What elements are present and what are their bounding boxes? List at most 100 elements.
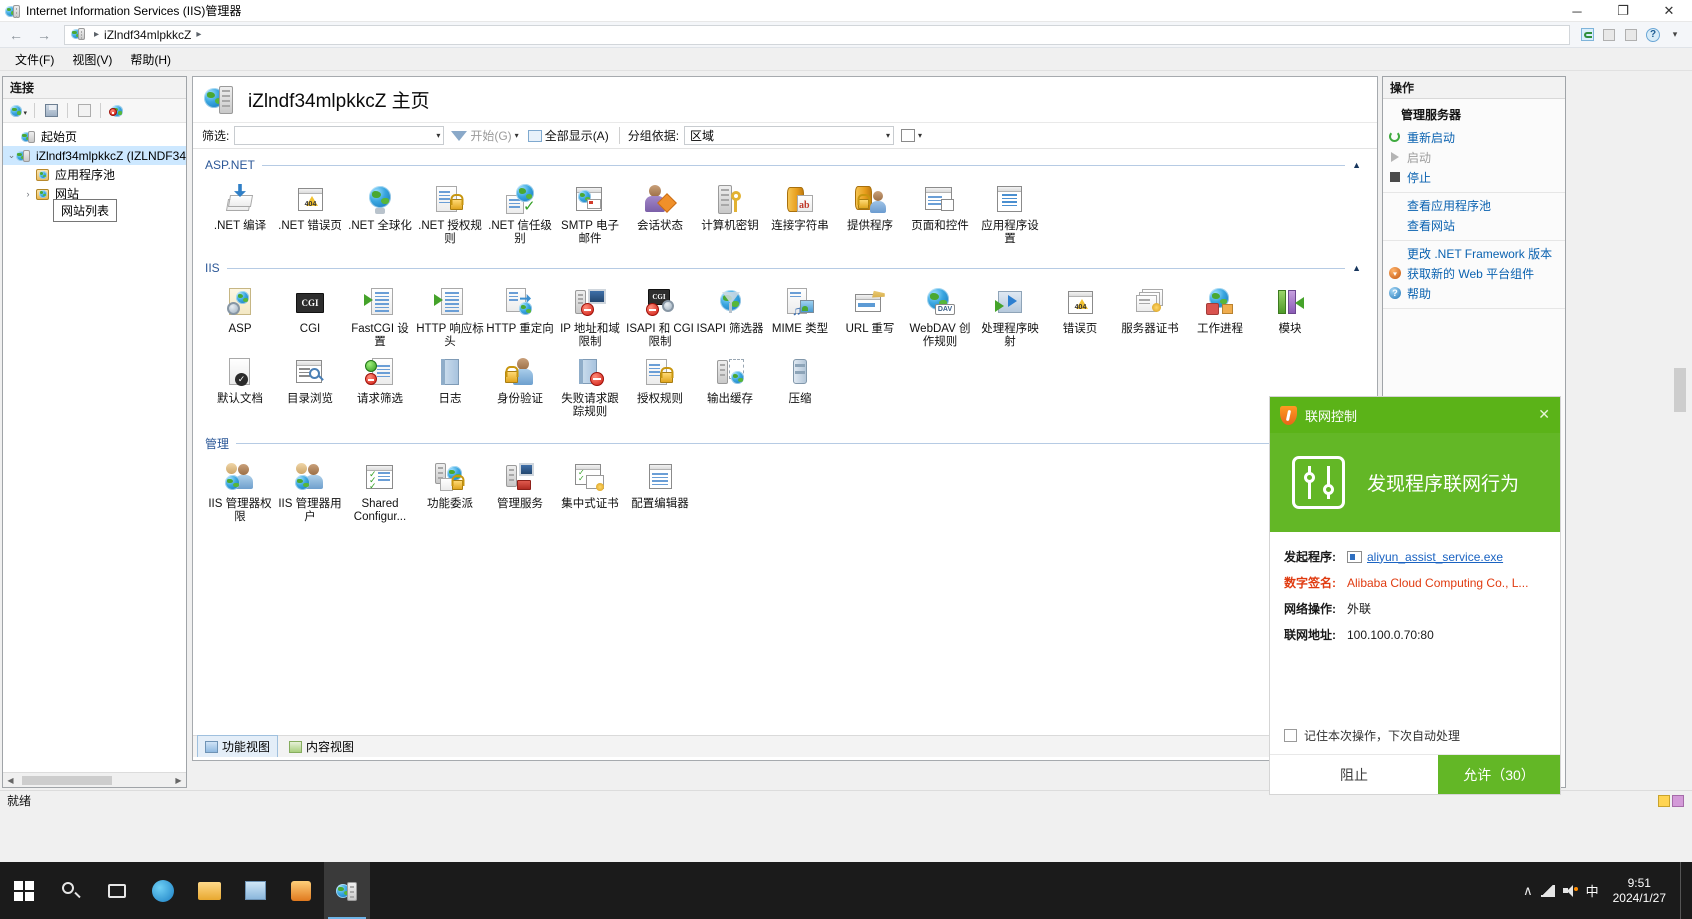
feature-error-pages[interactable]: 404 错误页: [1045, 283, 1115, 353]
feature-net-error-pages[interactable]: 404 .NET 错误页: [275, 180, 345, 250]
feature-smtp-email[interactable]: SMTP 电子邮件: [555, 180, 625, 250]
action-view-sites[interactable]: 查看网站: [1383, 215, 1565, 235]
action-change-dotnet-version[interactable]: 更改 .NET Framework 版本: [1383, 243, 1565, 263]
search-button[interactable]: [48, 862, 94, 919]
feature-compression[interactable]: 压缩: [765, 353, 835, 423]
taskbar-iis-manager[interactable]: [324, 862, 370, 919]
ime-indicator[interactable]: 中: [1586, 881, 1599, 900]
feature-modules[interactable]: 模块: [1255, 283, 1325, 353]
feature-default-document[interactable]: ✓ 默认文档: [205, 353, 275, 423]
allow-button[interactable]: 允许（30）: [1438, 755, 1560, 794]
action-stop[interactable]: 停止: [1383, 167, 1565, 187]
start-button[interactable]: [0, 862, 48, 919]
breadcrumb[interactable]: ▸ iZlndf34mlpkkcZ ▸: [64, 24, 1570, 45]
feature-cgi[interactable]: CGI CGI: [275, 283, 345, 353]
feature-net-trust-levels[interactable]: ✓ .NET 信任级别: [485, 180, 555, 250]
feature-net-authorization-rules[interactable]: .NET 授权规则: [415, 180, 485, 250]
edit-icon[interactable]: [73, 101, 95, 121]
save-icon[interactable]: [40, 101, 62, 121]
taskbar-edge[interactable]: [140, 862, 186, 919]
feature-application-settings[interactable]: 应用程序设置: [975, 180, 1045, 250]
remember-checkbox[interactable]: [1284, 729, 1297, 742]
tab-features-view[interactable]: 功能视图: [197, 735, 279, 757]
feature-centralized-certificates[interactable]: ✓ ✓ 集中式证书: [555, 458, 625, 528]
chevron-down-icon[interactable]: ▾: [515, 131, 519, 140]
feature-http-redirect[interactable]: HTTP 重定向: [485, 283, 555, 353]
row-value[interactable]: aliyun_assist_service.exe: [1367, 550, 1503, 564]
feature-net-globalization[interactable]: .NET 全球化: [345, 180, 415, 250]
stop-icon[interactable]: [1600, 26, 1618, 44]
feature-server-certificates[interactable]: 服务器证书: [1115, 283, 1185, 353]
task-view-button[interactable]: [94, 862, 140, 919]
feature-fastcgi-settings[interactable]: FastCGI 设置: [345, 283, 415, 353]
group-by-select[interactable]: 区域 ▾: [684, 126, 895, 145]
filter-go-button[interactable]: 开始(G) ▾: [449, 127, 520, 144]
feature-request-filtering[interactable]: 请求筛选: [345, 353, 415, 423]
feature-iis-manager-users[interactable]: IIS 管理器用户: [275, 458, 345, 528]
taskbar-clock[interactable]: 9:51 2024/1/27: [1607, 876, 1672, 906]
action-get-web-platform-components[interactable]: 获取新的 Web 平台组件: [1383, 263, 1565, 283]
menu-help[interactable]: 帮助(H): [121, 49, 180, 70]
close-icon[interactable]: ✕: [1538, 407, 1550, 421]
close-button[interactable]: ✕: [1646, 0, 1692, 22]
filter-input[interactable]: ▾: [234, 126, 445, 145]
action-help[interactable]: ? 帮助: [1383, 283, 1565, 303]
feature-authorization-rules[interactable]: 授权规则: [625, 353, 695, 423]
feature-logging[interactable]: 日志: [415, 353, 485, 423]
feature-webdav-authoring-rules[interactable]: DAV WebDAV 创作规则: [905, 283, 975, 353]
disconnect-icon[interactable]: [106, 101, 128, 121]
feature-feature-delegation[interactable]: 功能委派: [415, 458, 485, 528]
feature-net-compilation[interactable]: .NET 编译: [205, 180, 275, 250]
back-button[interactable]: ←: [4, 24, 28, 46]
refresh-icon[interactable]: [1578, 26, 1596, 44]
feature-url-rewrite[interactable]: URL 重写: [835, 283, 905, 353]
action-view-application-pools[interactable]: 查看应用程序池: [1383, 195, 1565, 215]
tab-content-view[interactable]: 内容视图: [281, 735, 362, 757]
breadcrumb-server[interactable]: iZlndf34mlpkkcZ: [104, 28, 191, 42]
chevron-down-icon[interactable]: ▾: [918, 131, 922, 140]
dropdown-chevron-icon[interactable]: ▾: [1666, 26, 1684, 44]
chevron-down-icon[interactable]: ▾: [886, 131, 890, 140]
feature-authentication[interactable]: 身份验证: [485, 353, 555, 423]
feature-mime-types[interactable]: ♫ MIME 类型: [765, 283, 835, 353]
feature-asp[interactable]: ASP: [205, 283, 275, 353]
show-all-button[interactable]: 全部显示(A): [526, 127, 611, 144]
network-icon[interactable]: [1540, 884, 1555, 897]
tree-twisty[interactable]: ›: [21, 189, 35, 199]
minimize-button[interactable]: ─: [1554, 0, 1600, 22]
remember-choice-row[interactable]: 记住本次操作，下次自动处理: [1284, 727, 1460, 744]
tree-node-server[interactable]: ⌄ iZlndf34mlpkkcZ (IZLNDF34: [3, 146, 186, 165]
menu-view[interactable]: 视图(V): [63, 49, 121, 70]
feature-configuration-editor[interactable]: 配置编辑器: [625, 458, 695, 528]
feature-http-response-headers[interactable]: HTTP 响应标头: [415, 283, 485, 353]
menu-file[interactable]: 文件(F): [6, 49, 63, 70]
feature-handler-mappings[interactable]: 处理程序映射: [975, 283, 1045, 353]
feature-management-service[interactable]: 管理服务: [485, 458, 555, 528]
view-mode-button[interactable]: ▾: [899, 129, 924, 142]
help-icon[interactable]: ?: [1644, 26, 1662, 44]
scroll-right-icon[interactable]: ▶: [171, 776, 186, 785]
feature-connection-strings[interactable]: ab 连接字符串: [765, 180, 835, 250]
feature-ip-restrictions[interactable]: IP 地址和域限制: [555, 283, 625, 353]
taskbar-app-blue[interactable]: [232, 862, 278, 919]
tray-chevron-icon[interactable]: ∧: [1523, 883, 1533, 899]
feature-output-caching[interactable]: 输出缓存: [695, 353, 765, 423]
scroll-thumb[interactable]: [22, 775, 112, 785]
action-restart[interactable]: 重新启动: [1383, 127, 1565, 147]
feature-isapi-cgi-restrictions[interactable]: CGI ISAPI 和 CGI 限制: [625, 283, 695, 353]
feature-session-state[interactable]: 会话状态: [625, 180, 695, 250]
feature-failed-request-tracing[interactable]: 失败请求跟踪规则: [555, 353, 625, 423]
tree-node-app-pools[interactable]: 应用程序池: [3, 165, 186, 184]
chevron-down-icon[interactable]: ▾: [436, 131, 440, 140]
scroll-left-icon[interactable]: ◀: [3, 776, 18, 785]
feature-directory-browsing[interactable]: 目录浏览: [275, 353, 345, 423]
collapse-caret-icon[interactable]: ▲: [1352, 263, 1361, 273]
collapse-caret-icon[interactable]: ▲: [1352, 160, 1361, 170]
feature-iis-manager-permissions[interactable]: IIS 管理器权限: [205, 458, 275, 528]
show-desktop-button[interactable]: [1680, 862, 1686, 919]
maximize-button[interactable]: ❐: [1600, 0, 1646, 22]
volume-icon[interactable]: [1562, 884, 1578, 897]
taskbar-file-explorer[interactable]: [186, 862, 232, 919]
window-vscrollbar-track[interactable]: [1672, 76, 1688, 788]
feature-isapi-filters[interactable]: ISAPI 筛选器: [695, 283, 765, 353]
